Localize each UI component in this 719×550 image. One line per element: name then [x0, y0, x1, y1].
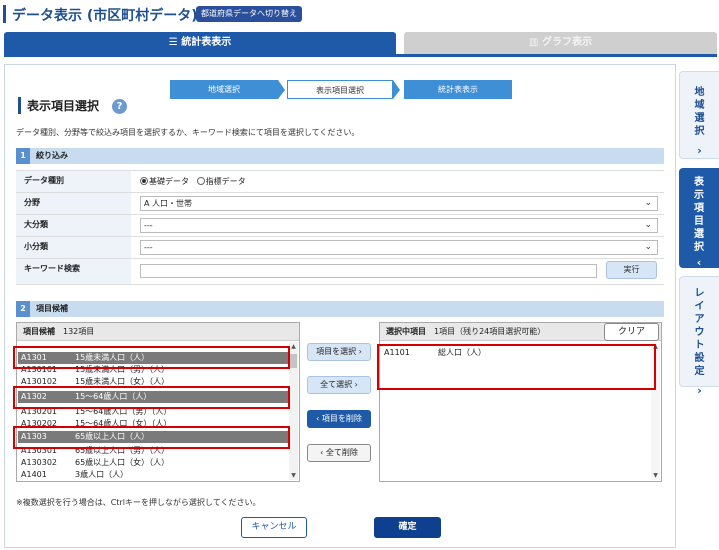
filter-row-major: 大分類 --- ⌄ [16, 215, 664, 237]
radio-index-label: 指標データ [205, 177, 246, 186]
title-accent-bar [3, 5, 6, 23]
major-select-wrap: --- ⌄ [140, 218, 658, 233]
chevron-down-icon: ⌄ [644, 242, 652, 252]
candidate-count: 132項目 [63, 327, 95, 336]
section-title: 表示項目選択 [27, 99, 100, 113]
item-code: A1401 [21, 470, 47, 479]
radio-index-indicator [196, 177, 205, 185]
side-tab-region[interactable]: 地域選択 › [679, 71, 719, 159]
keyword-input[interactable] [140, 264, 597, 278]
step-arrow [393, 80, 400, 99]
filter-table: データ種別 基礎データ 指標データ 分野 A 人口・世帯 ⌄ 大分類 --- ⌄ 小… [16, 170, 664, 285]
field-select[interactable]: A 人口・世帯 ⌄ [140, 196, 658, 211]
chevron-right-icon: › [697, 144, 702, 157]
candidate-list-title: 項目候補 [23, 327, 55, 336]
field-select-value: A 人口・世帯 [144, 199, 193, 208]
item-name: 15歳未満人口（女）（人） [75, 377, 170, 386]
candidate-list-header: 項目候補 132項目 [17, 323, 299, 341]
item-name: 3歳人口（人） [75, 470, 129, 479]
highlight-box [377, 344, 656, 390]
tab-graph[interactable]: ▥ グラフ表示 [404, 32, 717, 54]
cancel-button[interactable]: キャンセル [241, 517, 307, 538]
remove-item-button[interactable]: ‹ 項目を削除 [307, 410, 371, 428]
tab-stats-table[interactable]: ☰ 統計表表示 [4, 32, 396, 54]
switch-prefecture-button[interactable]: 都道府県データへ切り替え [196, 6, 302, 22]
data-type-radios: 基礎データ 指標データ [140, 176, 246, 187]
clear-button[interactable]: クリア [604, 323, 659, 341]
tab-underline [4, 54, 717, 57]
select-all-button[interactable]: 全て選択 › [307, 376, 371, 394]
minor-select-wrap: --- ⌄ [140, 240, 658, 255]
candidates-section-header: 2 項目候補 [16, 301, 664, 317]
minor-label: 小分類 [16, 237, 131, 258]
radio-basic-indicator [140, 177, 148, 185]
highlight-box [13, 386, 290, 409]
help-icon[interactable]: ? [112, 99, 127, 114]
list-item[interactable]: A1401 3歳人口（人） [18, 469, 128, 481]
filter-row-data-type: データ種別 基礎データ 指標データ [16, 171, 664, 193]
radio-index[interactable]: 指標データ [196, 177, 246, 186]
side-tab-layout[interactable]: レイアウト設定 › [679, 276, 719, 397]
page-title: データ表示 (市区町村データ) [12, 8, 198, 24]
field-select-wrap: A 人口・世帯 ⌄ [140, 196, 658, 211]
step-table: 統計表表示 [404, 80, 512, 99]
item-name: 65歳以上人口（女）（人） [75, 458, 170, 467]
list-item[interactable]: A130302 65歳以上人口（女）（人） [18, 457, 169, 469]
major-label: 大分類 [16, 215, 131, 236]
step-region: 地域選択 [170, 80, 278, 99]
page-header: データ表示 (市区町村データ) 都道府県データへ切り替え [0, 0, 719, 30]
data-type-label: データ種別 [16, 171, 131, 192]
selected-info: 1項目（残り24項目選択可能） [434, 327, 546, 336]
highlight-box [13, 426, 290, 449]
major-select[interactable]: --- ⌄ [140, 218, 658, 233]
filter-section-header: 1 絞り込み [16, 148, 664, 164]
section-accent-bar [18, 97, 21, 114]
chart-icon: ▥ [529, 37, 542, 48]
step-arrow [278, 80, 285, 99]
major-select-value: --- [144, 221, 153, 230]
field-label: 分野 [16, 193, 131, 214]
side-tab-items-label: 表示項目選択 [694, 177, 704, 253]
scroll-down-icon[interactable]: ▼ [289, 471, 298, 480]
chevron-down-icon: ⌄ [644, 198, 652, 208]
filter-row-minor: 小分類 --- ⌄ [16, 237, 664, 259]
section-number: 1 [16, 148, 30, 164]
selected-list-title: 選択中項目 [386, 327, 426, 336]
select-item-button[interactable]: 項目を選択 › [307, 343, 371, 361]
keyword-label: キーワード検索 [16, 259, 131, 284]
item-code: A130302 [21, 458, 58, 467]
scroll-thumb[interactable] [290, 354, 297, 368]
remove-all-button[interactable]: ‹ 全て削除 [307, 444, 371, 462]
confirm-button[interactable]: 確定 [374, 517, 441, 538]
side-tab-region-label: 地域選択 [694, 87, 705, 137]
scroll-up-icon[interactable]: ▲ [289, 342, 298, 351]
scroll-down-icon[interactable]: ▼ [651, 471, 660, 480]
minor-select[interactable]: --- ⌄ [140, 240, 658, 255]
filter-row-field: 分野 A 人口・世帯 ⌄ [16, 193, 664, 215]
tab-graph-label: グラフ表示 [541, 37, 592, 48]
chevron-left-icon: ‹ [696, 256, 702, 269]
section-description: データ種別、分野等で絞込み項目を選択するか、キーワード検索にて項目を選択してくだ… [16, 128, 360, 137]
step-items: 表示項目選択 [287, 80, 393, 99]
chevron-down-icon: ⌄ [644, 220, 652, 230]
section-number: 2 [16, 301, 30, 317]
highlight-box [13, 346, 290, 369]
multi-select-note: ※複数選択を行う場合は、Ctrlキーを押しながら選択してください。 [16, 498, 261, 507]
filter-heading: 絞り込み [36, 151, 68, 160]
filter-row-keyword: キーワード検索 実行 [16, 259, 664, 285]
execute-button[interactable]: 実行 [606, 261, 657, 279]
side-tab-items[interactable]: 表示項目選択 ‹ [679, 168, 719, 269]
minor-select-value: --- [144, 243, 153, 252]
radio-basic[interactable]: 基礎データ [140, 177, 189, 186]
chevron-right-icon: › [697, 384, 702, 397]
candidate-scrollbar[interactable]: ▲ ▼ [289, 342, 298, 480]
radio-basic-label: 基礎データ [149, 177, 189, 186]
candidates-heading: 項目候補 [36, 304, 68, 313]
side-tab-layout-label: レイアウト設定 [694, 288, 705, 377]
